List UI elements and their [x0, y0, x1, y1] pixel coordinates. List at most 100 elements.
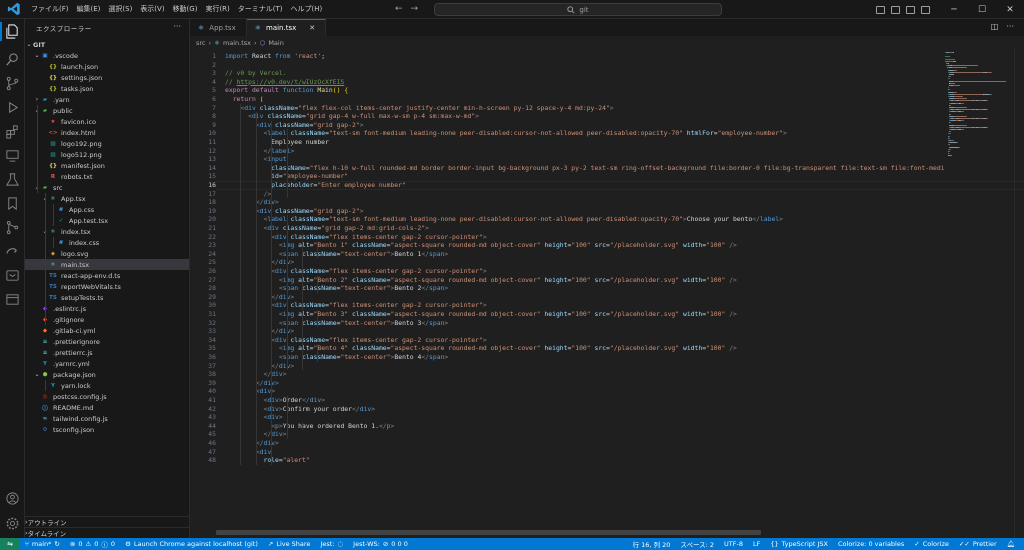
menu-item[interactable]: 実行(R)	[201, 0, 233, 19]
breadcrumb-symbol[interactable]: Main	[268, 39, 284, 47]
file-item[interactable]: <> index.html	[25, 127, 189, 138]
file-item[interactable]: {} tasks.json	[25, 83, 189, 94]
folder-item[interactable]: ⌄▰src	[25, 182, 189, 193]
close-tab-icon[interactable]: ✕	[309, 24, 315, 32]
menu-item[interactable]: ヘルプ(H)	[287, 0, 327, 19]
file-item[interactable]: ◆.eslintrc.js	[25, 303, 189, 314]
settings-gear-icon[interactable]	[5, 516, 20, 531]
back-arrow-icon[interactable]: ←	[395, 4, 403, 14]
editor-tab[interactable]: ⚛ main.tsx ✕	[246, 19, 327, 36]
file-item[interactable]: ≈ tailwind.config.js	[25, 413, 189, 424]
vertical-scrollbar[interactable]	[1014, 49, 1024, 538]
terminal-view-icon[interactable]	[5, 292, 20, 307]
horizontal-scrollbar[interactable]	[216, 530, 761, 535]
folder-item[interactable]: ⌄ ▣ .vscode	[25, 50, 189, 61]
timeline-section[interactable]: › タイムライン	[25, 527, 189, 538]
bookmarks-icon[interactable]	[5, 196, 20, 211]
folder-item[interactable]: ⌄⚛index.tsx	[25, 226, 189, 237]
file-item[interactable]: # App.css	[25, 204, 189, 215]
file-item[interactable]: ≡ .prettierignore	[25, 336, 189, 347]
file-item[interactable]: Y .yarnrc.yml	[25, 358, 189, 369]
file-item[interactable]: ≡ .prettierrc.js	[25, 347, 189, 358]
cursor-position[interactable]: 行 16, 列 20	[628, 539, 676, 549]
launch-config-status[interactable]: ⚙ Launch Chrome against localhost (git)	[120, 540, 263, 548]
explorer-icon[interactable]	[5, 24, 20, 39]
command-center-search[interactable]: git	[434, 3, 722, 16]
file-item[interactable]: ⓘ README.md	[25, 402, 189, 413]
maximize-button[interactable]: ☐	[968, 0, 996, 19]
menu-item[interactable]: ファイル(F)	[27, 0, 73, 19]
end-of-line[interactable]: LF	[748, 540, 765, 548]
editor-tab[interactable]: ⚛ App.tsx	[190, 19, 247, 36]
problems-status[interactable]: ⊗ 0 ⚠ 0 ⓘ 0	[65, 539, 120, 549]
branch-status[interactable]: ⑂ main* ↻	[20, 540, 65, 548]
menu-item[interactable]: 表示(V)	[136, 0, 168, 19]
toggle-sidebar-icon[interactable]	[876, 5, 885, 14]
more-editor-actions-icon[interactable]: ···	[1006, 22, 1014, 31]
forward-arrow-icon[interactable]: →	[411, 4, 419, 14]
file-item[interactable]: ★ favicon.ico	[25, 116, 189, 127]
language-mode[interactable]: {} TypeScript JSX	[765, 540, 833, 548]
run-debug-icon[interactable]	[5, 100, 20, 115]
live-share-status[interactable]: ↗ Live Share	[263, 540, 316, 548]
close-window-button[interactable]: ✕	[996, 0, 1024, 19]
file-item[interactable]: ▨ logo192.png	[25, 138, 189, 149]
code-area[interactable]: import React from 'react'; // v0 by Verce…	[225, 49, 945, 538]
file-item[interactable]: Rrobots.txt	[25, 171, 189, 182]
accounts-icon[interactable]	[5, 491, 20, 506]
live-share-icon[interactable]	[5, 244, 20, 259]
toggle-secondary-sidebar-icon[interactable]	[906, 5, 915, 14]
folder-item[interactable]: › ▰ .yarn	[25, 94, 189, 105]
testing-icon[interactable]	[5, 172, 20, 187]
outline-section[interactable]: › アウトライン	[25, 516, 189, 527]
customize-layout-icon[interactable]	[921, 5, 930, 14]
file-item[interactable]: Yyarn.lock	[25, 380, 189, 391]
breadcrumb-file[interactable]: main.tsx	[223, 39, 251, 47]
file-item[interactable]: TS setupTests.ts	[25, 292, 189, 303]
file-item[interactable]: {} manifest.json	[25, 160, 189, 171]
menu-item[interactable]: 移動(G)	[169, 0, 202, 19]
encoding[interactable]: UTF-8	[719, 540, 748, 548]
file-item[interactable]: ◆ .gitlab-ci.yml	[25, 325, 189, 336]
file-item[interactable]: ⚛ main.tsx	[25, 259, 189, 270]
folder-item[interactable]: ⌄ ⬢ package.json	[25, 369, 189, 380]
file-item[interactable]: # index.css	[25, 237, 189, 248]
menu-item[interactable]: 選択(S)	[104, 0, 136, 19]
workspace-root[interactable]: ⌄ GIT	[25, 39, 189, 50]
split-editor-icon[interactable]: ◫	[991, 22, 999, 31]
remote-indicator-icon[interactable]: ⇋	[0, 538, 20, 550]
source-control-icon[interactable]	[5, 76, 20, 91]
file-item[interactable]: TS react-app-env.d.ts	[25, 270, 189, 281]
search-view-icon[interactable]	[5, 52, 20, 67]
code-editor[interactable]: 1 2 3 4 5 6 7 8 9 10 11 12 13 14 15 16 17 18 19 20 21 22 23 24 2…	[190, 49, 1024, 538]
jest-status[interactable]: Jest: ◌	[315, 540, 348, 548]
file-item[interactable]: ◆.gitignore	[25, 314, 189, 325]
remote-explorer-icon[interactable]	[5, 148, 20, 163]
menu-item[interactable]: 編集(E)	[73, 0, 105, 19]
file-item[interactable]: TS reportWebVitals.ts	[25, 281, 189, 292]
indentation[interactable]: スペース: 2	[675, 539, 719, 549]
git-graph-icon[interactable]	[5, 220, 20, 235]
folder-item[interactable]: ⌄▰public	[25, 105, 189, 116]
folder-item[interactable]: ⌄⚛App.tsx	[25, 193, 189, 204]
file-item[interactable]: {} launch.json	[25, 61, 189, 72]
extensions-icon[interactable]	[5, 124, 20, 139]
file-item[interactable]: ◈ logo.svg	[25, 248, 189, 259]
toggle-panel-icon[interactable]	[891, 5, 900, 14]
file-item[interactable]: ▨ logo512.png	[25, 149, 189, 160]
breadcrumb-folder[interactable]: src	[196, 39, 206, 47]
file-item[interactable]: ⚙ tsconfig.json	[25, 424, 189, 435]
menu-item[interactable]: ターミナル(T)	[234, 0, 287, 19]
file-item[interactable]: ◎ postcss.config.js	[25, 391, 189, 402]
notifications-bell-icon[interactable]: 🔔︎	[1002, 540, 1020, 548]
docker-icon[interactable]	[5, 268, 20, 283]
jest-ws-status[interactable]: Jest-WS: ⊘ 0 0 0	[348, 540, 413, 548]
colorize-status[interactable]: ✓ Colorize	[909, 540, 954, 548]
file-item[interactable]: ✓ App.test.tsx	[25, 215, 189, 226]
minimize-button[interactable]: ─	[940, 0, 968, 19]
more-actions-icon[interactable]: ···	[173, 22, 181, 31]
file-item[interactable]: {} settings.json	[25, 72, 189, 83]
colorize-variables[interactable]: Colorize: 0 variables	[833, 540, 909, 548]
minimap[interactable]	[945, 49, 1013, 538]
prettier-status[interactable]: ✓✓ Prettier	[954, 540, 1002, 548]
